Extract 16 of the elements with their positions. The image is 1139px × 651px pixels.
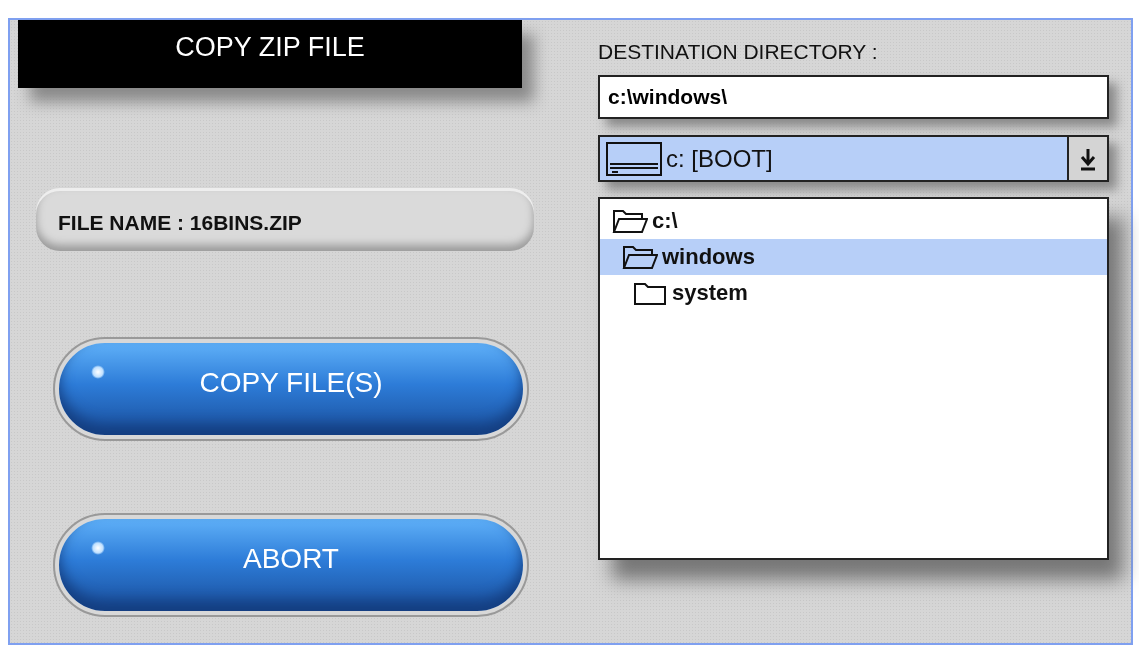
tree-item[interactable]: c:\ <box>600 203 1107 239</box>
dropdown-button[interactable] <box>1067 137 1107 180</box>
tree-item[interactable]: windows <box>600 239 1107 275</box>
drive-icon <box>606 141 662 176</box>
directory-input[interactable]: c:\windows\ <box>598 75 1109 119</box>
panel-title: COPY ZIP FILE <box>18 20 522 88</box>
tree-item[interactable]: system <box>600 275 1107 311</box>
open-folder-icon <box>612 208 648 234</box>
down-arrow-icon <box>1079 146 1097 171</box>
action-button[interactable]: COPY FILE(S) <box>55 339 527 439</box>
file-name-label: FILE NAME : 16BINS.ZIP <box>36 191 534 251</box>
destination-label: DESTINATION DIRECTORY : <box>598 40 879 64</box>
open-folder-icon <box>622 244 658 270</box>
drive-select[interactable]: c: [BOOT] <box>598 135 1109 182</box>
folder-icon <box>632 280 668 306</box>
action-button[interactable]: ABORT <box>55 515 527 615</box>
